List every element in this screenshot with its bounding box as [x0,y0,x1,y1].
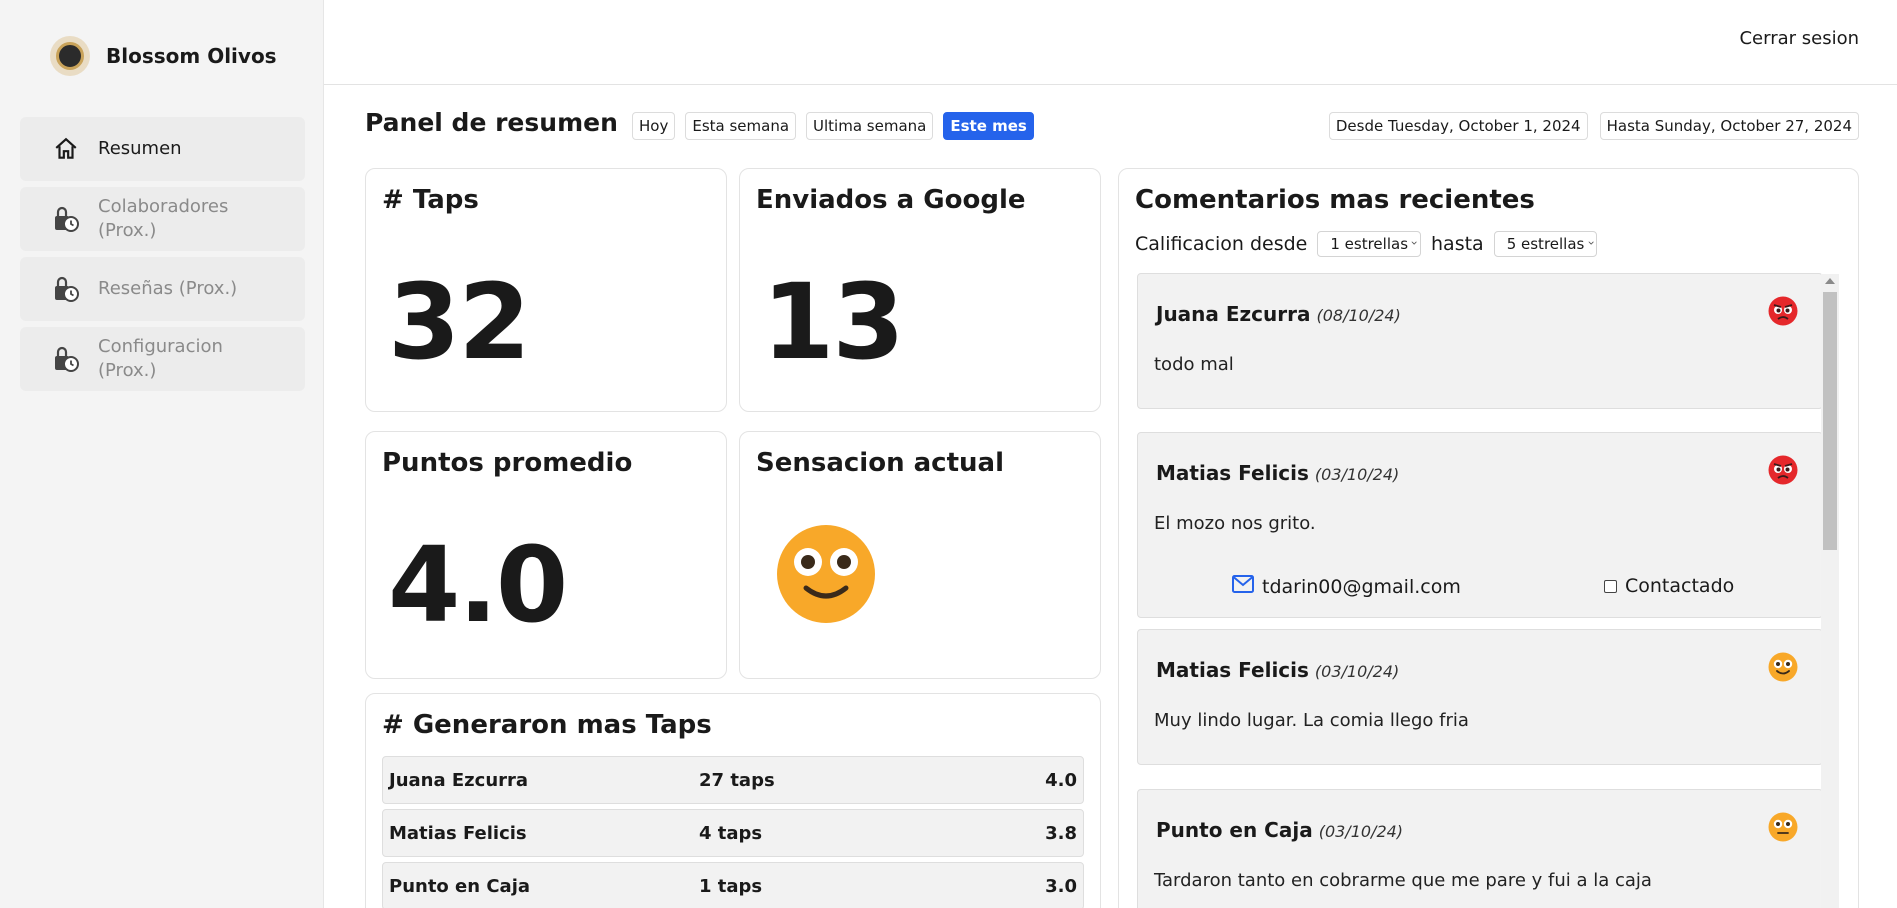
mail-icon [1232,575,1254,598]
email-address: tdarin00@gmail.com [1262,575,1461,598]
comment-item[interactable]: Matias Felicis (03/10/24) El mozo nos gri… [1137,432,1823,618]
lock-clock-icon [52,275,80,303]
comment-date: (03/10/24) [1314,662,1400,681]
angry-face-icon [1768,455,1798,489]
sidebar-item-label: Configuracion (Prox.) [98,336,223,381]
date-to[interactable]: Hasta Sunday, October 27, 2024 [1599,112,1859,140]
rating-from-label: Calificacion desde [1135,233,1308,255]
card-title: Sensacion actual [756,448,1004,478]
card-title: # Generaron mas Taps [382,710,712,740]
points-card: Puntos promedio 4.0 [365,431,727,679]
topbar: Cerrar sesion [324,0,1897,85]
row-taps: 27 taps [699,769,775,791]
comment-item[interactable]: Matias Felicis (03/10/24) Muy lindo lugar… [1137,629,1823,765]
brand-name: Blossom Olivos [106,44,277,68]
row-taps: 4 taps [699,822,763,844]
comment-author: Matias Felicis (03/10/24) [1156,658,1400,682]
comments-list: Juana Ezcurra (08/10/24) todo mal Matias … [1137,273,1823,908]
table-row[interactable]: Punto en Caja 1 taps 3.0 [382,862,1084,908]
row-name: Juana Ezcurra [389,769,529,791]
comment-date: (03/10/24) [1314,465,1400,484]
taps-card: # Taps 32 [365,168,727,412]
sidebar-item-resenas[interactable]: Reseñas (Prox.) [20,257,305,321]
row-taps: 1 taps [699,875,763,897]
table-row[interactable]: Juana Ezcurra 27 taps 4.0 [382,756,1084,804]
comment-text: Tardaron tanto en cobrarme que me pare y… [1154,870,1652,891]
comment-item[interactable]: Punto en Caja (03/10/24) Tardaron tanto e… [1137,789,1823,908]
row-score: 3.0 [1045,875,1077,897]
comment-text: todo mal [1154,354,1234,375]
sidebar-item-label: Reseñas (Prox.) [98,278,238,299]
date-from[interactable]: Desde Tuesday, October 1, 2024 [1328,112,1588,140]
sidebar-item-label: Resumen [98,138,182,159]
top-taps-card: # Generaron mas Taps Juana Ezcurra 27 ta… [365,693,1101,908]
home-icon [52,135,80,163]
card-title: Enviados a Google [756,185,1026,215]
comments-card: Comentarios mas recientes Calificacion d… [1118,168,1859,908]
table-row[interactable]: Matias Felicis 4 taps 3.8 [382,809,1084,857]
page-title: Panel de resumen [365,108,618,137]
range-last-week-button[interactable]: Ultima semana [806,112,934,140]
rating-from-select[interactable]: 1 estrellas [1317,231,1422,257]
range-filters: Hoy Esta semana Ultima semana Este mes [632,112,1034,140]
email-link[interactable]: tdarin00@gmail.com [1232,575,1461,598]
google-card: Enviados a Google 13 [739,168,1101,412]
comment-date: (03/10/24) [1318,822,1404,841]
date-range: Desde Tuesday, October 1, 2024 Hasta Sun… [1328,112,1859,140]
row-score: 3.8 [1045,822,1077,844]
brand-logo [50,36,90,76]
angry-face-icon [1768,296,1798,330]
range-this-month-button[interactable]: Este mes [943,112,1034,140]
range-this-week-button[interactable]: Esta semana [685,112,797,140]
google-value: 13 [762,261,905,383]
range-today-button[interactable]: Hoy [632,112,676,140]
scroll-up-arrow-icon[interactable] [1825,278,1835,284]
neutral-smile-face-icon [776,524,876,628]
card-title: Puntos promedio [382,448,633,478]
rating-to-select[interactable]: 5 estrellas [1493,231,1598,257]
contact-row: tdarin00@gmail.com Contactado [1138,575,1822,605]
comment-date: (08/10/24) [1316,306,1401,325]
rating-to-label: hasta [1431,233,1484,255]
row-name: Matias Felicis [389,822,527,844]
comment-author: Juana Ezcurra (08/10/24) [1156,302,1401,326]
lock-clock-icon [52,205,80,233]
card-title: Comentarios mas recientes [1135,185,1535,215]
sidebar-item-resumen[interactable]: Resumen [20,117,305,181]
brand[interactable]: Blossom Olivos [50,36,277,76]
comment-item[interactable]: Juana Ezcurra (08/10/24) todo mal [1137,273,1823,409]
row-name: Punto en Caja [389,875,531,897]
points-value: 4.0 [388,524,568,646]
logout-button[interactable]: Cerrar sesion [1739,28,1859,49]
sidebar-item-configuracion[interactable]: Configuracion (Prox.) [20,327,305,391]
contacted-checkbox[interactable]: Contactado [1604,575,1734,597]
sidebar-nav: Resumen Colaboradores (Prox.) Reseñas (P… [20,117,305,397]
sidebar-item-label: Colaboradores (Prox.) [98,196,229,241]
comment-author: Punto en Caja (03/10/24) [1156,818,1404,842]
comment-text: El mozo nos grito. [1154,513,1316,534]
taps-value: 32 [388,261,531,383]
smile-face-icon [1768,652,1798,686]
comments-scrollbar[interactable] [1821,274,1839,908]
rating-filter: Calificacion desde 1 estrellas hasta 5 e… [1135,231,1598,257]
comment-author: Matias Felicis (03/10/24) [1156,461,1400,485]
comment-text: Muy lindo lugar. La comia llego fria [1154,710,1469,731]
card-title: # Taps [382,185,479,215]
lock-clock-icon [52,345,80,373]
top-taps-table: Juana Ezcurra 27 taps 4.0 Matias Felicis… [382,756,1084,908]
scroll-thumb[interactable] [1823,292,1837,550]
mood-card: Sensacion actual [739,431,1101,679]
neutral-face-icon [1768,812,1798,846]
contacted-label: Contactado [1625,575,1735,597]
checkbox[interactable] [1604,579,1617,593]
sidebar: Blossom Olivos Resumen Colaboradores (Pr… [0,0,324,908]
sidebar-item-colaboradores[interactable]: Colaboradores (Prox.) [20,187,305,251]
row-score: 4.0 [1045,769,1077,791]
